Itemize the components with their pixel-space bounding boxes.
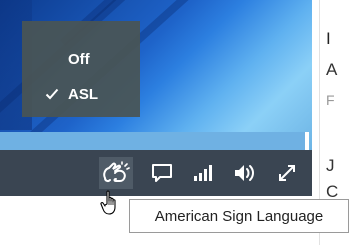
sign-language-icon <box>103 161 130 183</box>
hand-cursor-icon <box>100 190 116 215</box>
side-panel-text: I <box>326 29 331 48</box>
side-panel-text: J <box>326 156 335 175</box>
sign-language-button[interactable] <box>99 157 133 189</box>
quality-button[interactable] <box>186 157 220 189</box>
progress-bar[interactable] <box>0 132 308 150</box>
quality-icon <box>194 165 212 181</box>
fullscreen-icon <box>279 165 295 181</box>
volume-icon <box>235 165 254 181</box>
caption-option-off[interactable]: Off <box>22 44 140 74</box>
volume-button[interactable] <box>228 157 262 189</box>
side-panel-text: A <box>326 60 338 79</box>
tooltip: American Sign Language <box>129 199 349 233</box>
caption-menu: Off ASL <box>22 21 140 117</box>
checkmark-icon <box>45 88 59 100</box>
caption-option-label: ASL <box>68 85 98 103</box>
caption-option-label: Off <box>68 50 90 68</box>
progress-handle[interactable] <box>305 132 309 150</box>
captions-icon <box>152 164 172 182</box>
fullscreen-button[interactable] <box>270 157 304 189</box>
caption-option-asl[interactable]: ASL <box>22 79 140 109</box>
captions-button[interactable] <box>145 157 179 189</box>
side-panel-text: F <box>326 92 335 108</box>
